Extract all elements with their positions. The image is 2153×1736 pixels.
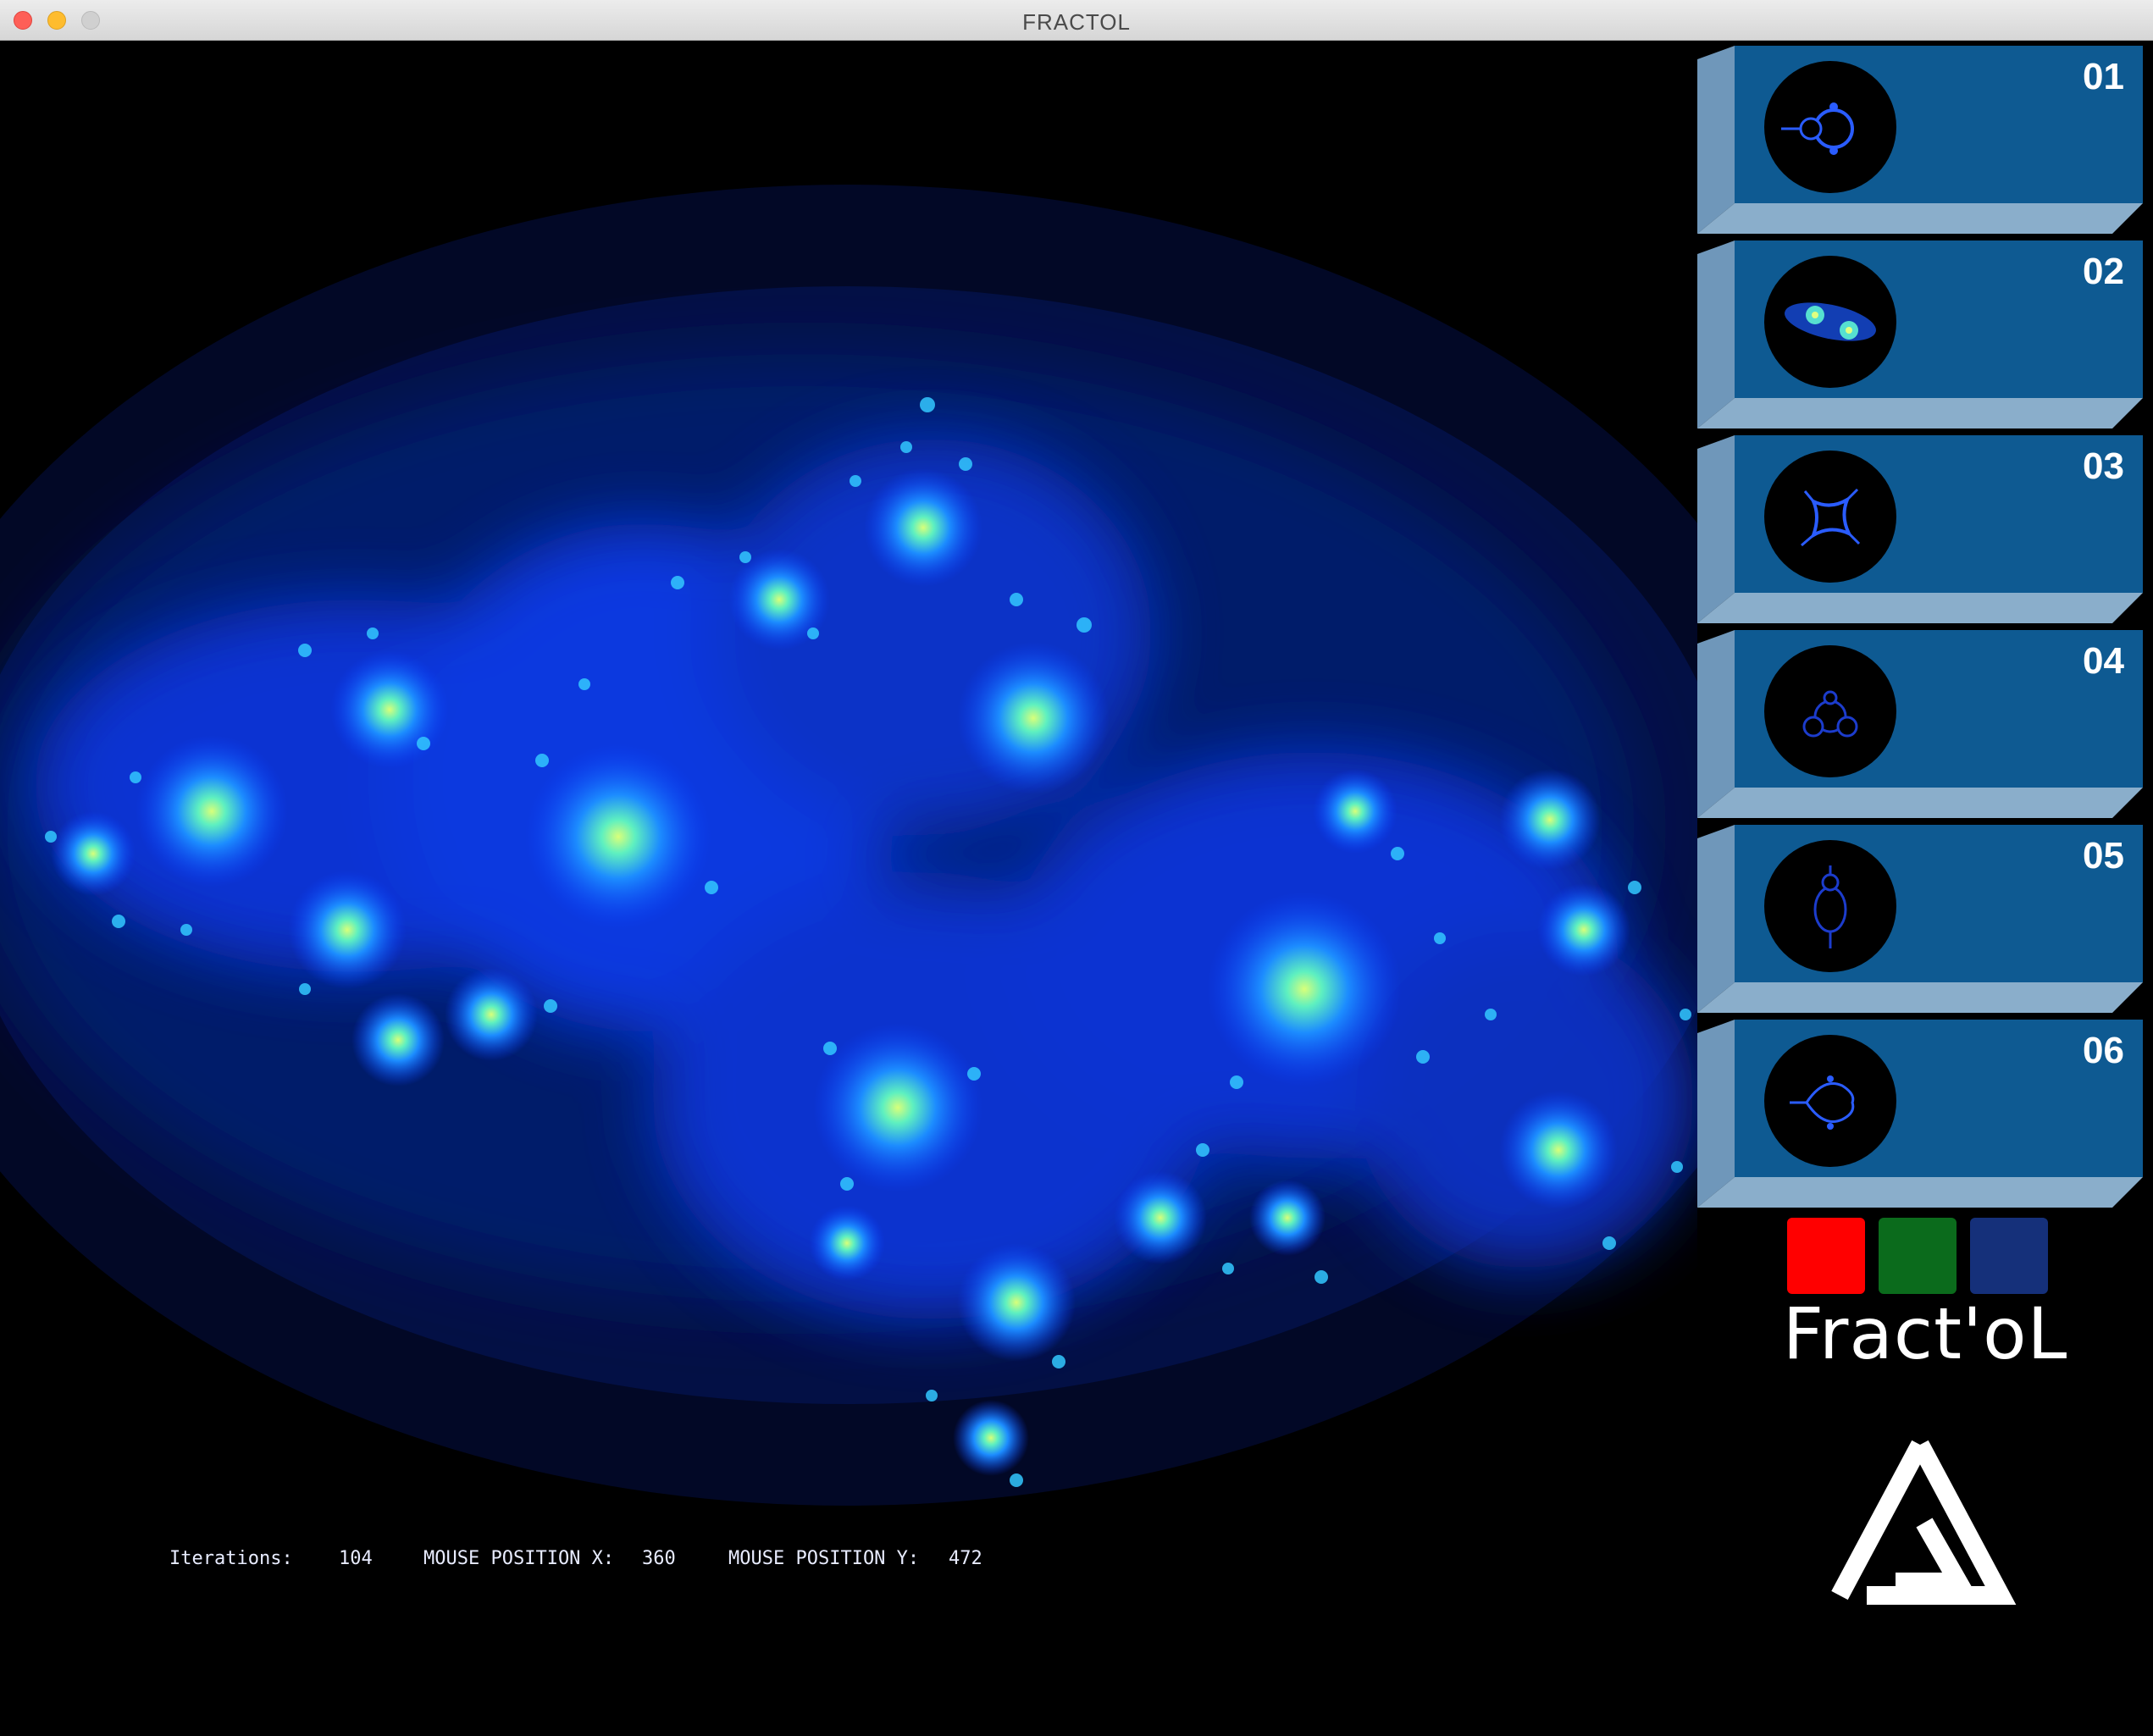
card-number: 05 [2083, 835, 2124, 876]
card-number: 06 [2083, 1030, 2124, 1071]
iterations-value: 104 [339, 1548, 373, 1569]
fractal-card-03[interactable]: 03 [1697, 430, 2145, 623]
mandelbar-icon [1764, 840, 1896, 972]
app-logo-text: Fract'oL [1782, 1292, 2068, 1375]
title-bar: FRACTOL [0, 0, 2153, 41]
mouse-x-value: 360 [642, 1548, 676, 1569]
julia-icon [1764, 256, 1896, 388]
card-number: 01 [2083, 56, 2124, 97]
mouse-y-label: MOUSE POSITION Y: [728, 1548, 920, 1569]
fractal-card-04[interactable]: 04 [1697, 625, 2145, 818]
status-bar: Iterations: 104 MOUSE POSITION X: 360 MO… [169, 1548, 982, 1582]
iterations-label: Iterations: [169, 1548, 293, 1569]
mouse-y-value: 472 [949, 1548, 982, 1569]
card-number: 04 [2083, 640, 2124, 682]
fractal-card-05[interactable]: 05 [1697, 820, 2145, 1013]
fractal-card-02[interactable]: 02 [1697, 235, 2145, 428]
triangle-logo-icon [1831, 1440, 2017, 1605]
tricorn-icon [1764, 645, 1896, 777]
fractal-card-06[interactable]: 06 [1697, 1015, 2145, 1208]
fractal-card-01[interactable]: 01 [1697, 41, 2145, 234]
color-blue-button[interactable] [1970, 1218, 2048, 1294]
window-title: FRACTOL [1022, 9, 1131, 35]
burning-ship-icon [1764, 451, 1896, 583]
fractal-selector-panel: 01 02 03 04 05 06 Fract'oL [1697, 41, 2153, 1736]
color-green-button[interactable] [1879, 1218, 1957, 1294]
mandelbrot-icon [1764, 61, 1896, 193]
mouse-x-label: MOUSE POSITION X: [423, 1548, 615, 1569]
card-number: 03 [2083, 445, 2124, 487]
celtic-icon [1764, 1035, 1896, 1167]
card-number: 02 [2083, 251, 2124, 292]
color-red-button[interactable] [1787, 1218, 1865, 1294]
fractal-canvas[interactable]: Iterations: 104 MOUSE POSITION X: 360 MO… [0, 41, 1697, 1736]
julia-fractal-render [0, 185, 1697, 1506]
